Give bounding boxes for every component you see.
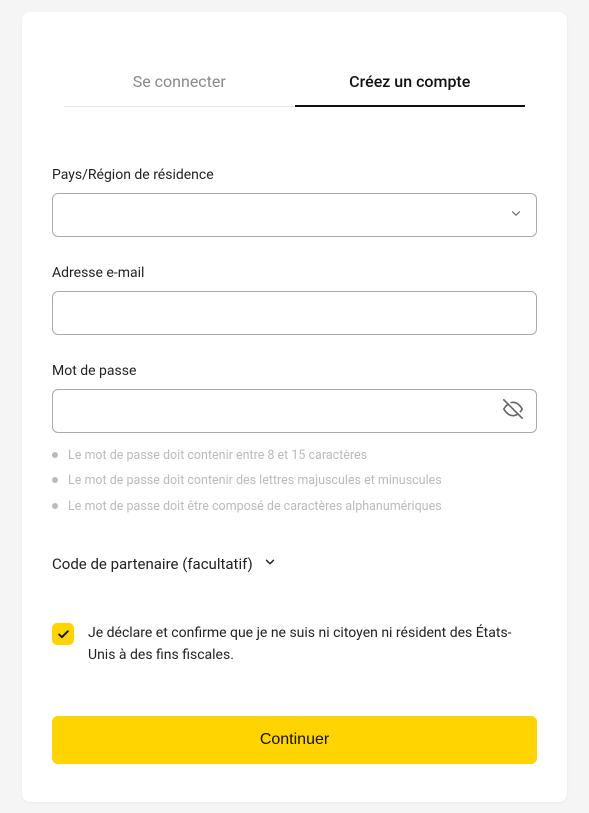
partner-code-toggle[interactable]: Code de partenaire (facultatif) (52, 555, 537, 573)
password-field[interactable] (52, 389, 537, 433)
email-input-wrap (52, 291, 537, 335)
tab-signup-label: Créez un compte (349, 72, 470, 91)
tab-login[interactable]: Se connecter (64, 72, 295, 107)
bullet-icon (52, 503, 58, 509)
country-select-wrap (52, 193, 537, 237)
country-group: Pays/Région de résidence (52, 167, 537, 237)
partner-code-label: Code de partenaire (facultatif) (52, 555, 253, 573)
declaration-row: Je déclare et confirme que je ne suis ni… (52, 623, 537, 666)
country-select[interactable] (52, 193, 537, 237)
email-field[interactable] (52, 291, 537, 335)
declaration-label: Je déclare et confirme que je ne suis ni… (88, 623, 537, 666)
check-icon (57, 628, 70, 641)
password-hint: Le mot de passe doit contenir entre 8 et… (52, 447, 537, 465)
password-hint: Le mot de passe doit contenir des lettre… (52, 472, 537, 490)
declaration-checkbox[interactable] (52, 623, 74, 645)
auth-tabs: Se connecter Créez un compte (64, 72, 525, 107)
continue-button-label: Continuer (260, 731, 329, 748)
hint-text: Le mot de passe doit être composé de car… (68, 498, 442, 516)
email-label: Adresse e-mail (52, 265, 537, 281)
bullet-icon (52, 452, 58, 458)
password-hint: Le mot de passe doit être composé de car… (52, 498, 537, 516)
eye-off-icon[interactable] (503, 399, 523, 423)
email-group: Adresse e-mail (52, 265, 537, 335)
continue-button[interactable]: Continuer (52, 716, 537, 764)
country-label: Pays/Région de résidence (52, 167, 537, 183)
signup-card: Se connecter Créez un compte Pays/Région… (22, 12, 567, 802)
hint-text: Le mot de passe doit contenir entre 8 et… (68, 447, 367, 465)
password-hints: Le mot de passe doit contenir entre 8 et… (52, 447, 537, 516)
tab-signup[interactable]: Créez un compte (295, 72, 526, 107)
tab-login-label: Se connecter (133, 72, 226, 91)
password-label: Mot de passe (52, 363, 537, 379)
chevron-down-icon (263, 555, 277, 573)
password-input-wrap (52, 389, 537, 433)
password-group: Mot de passe Le mot de passe doit conten… (52, 363, 537, 516)
hint-text: Le mot de passe doit contenir des lettre… (68, 472, 442, 490)
bullet-icon (52, 477, 58, 483)
